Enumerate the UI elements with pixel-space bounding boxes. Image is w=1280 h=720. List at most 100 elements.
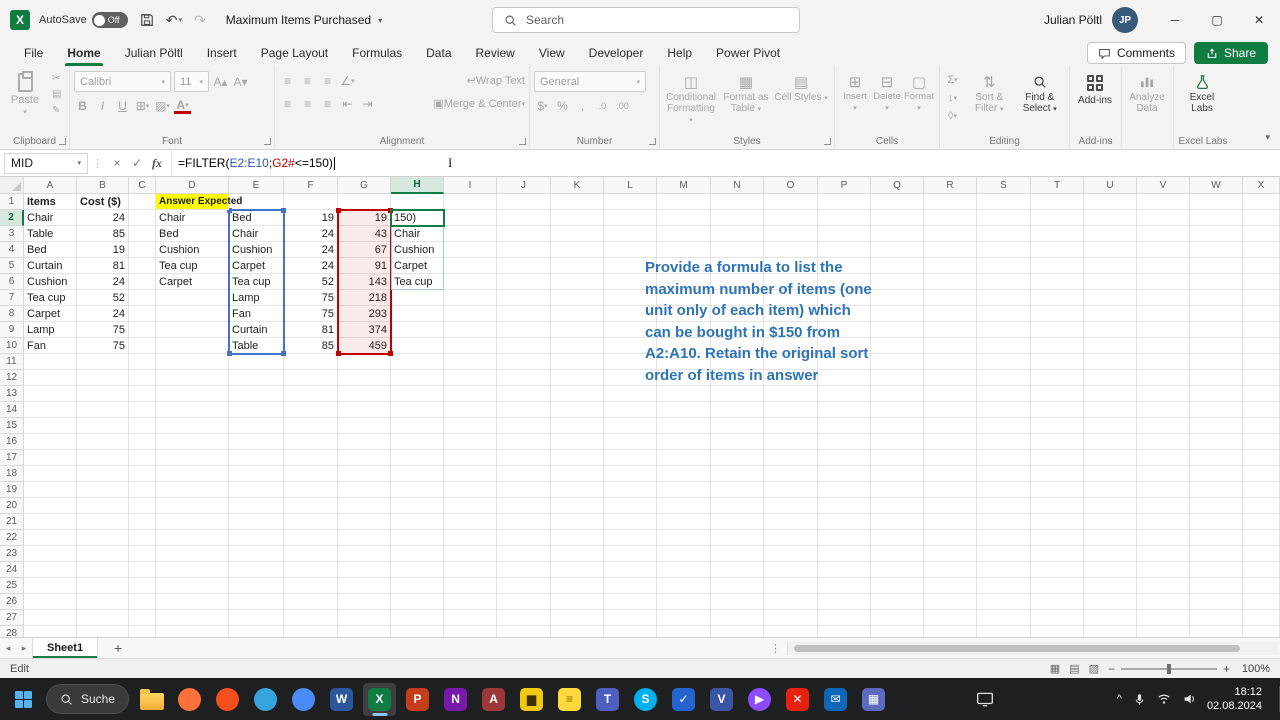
column-header-J[interactable]: J [497, 177, 551, 194]
column-header-S[interactable]: S [977, 177, 1031, 194]
cell-A9[interactable]: Lamp [24, 322, 77, 338]
cell-H25[interactable] [391, 578, 444, 594]
cell-K18[interactable] [551, 466, 604, 482]
zoom-level[interactable]: 100% [1236, 663, 1270, 675]
row-header-5[interactable]: 5 [0, 258, 24, 274]
italic-button[interactable]: I [94, 96, 111, 115]
cell-C6[interactable] [129, 274, 156, 290]
decrease-font-size-button[interactable]: A▾ [232, 72, 249, 91]
cell-D1[interactable]: Answer Expected [156, 194, 242, 210]
font-size-select[interactable]: 11 ▾ [174, 71, 209, 92]
autosave-switch-icon[interactable]: Off [91, 12, 128, 28]
cell-H2[interactable]: 150) [391, 210, 444, 226]
cell-I10[interactable] [444, 338, 497, 354]
cell-U9[interactable] [1084, 322, 1137, 338]
select-all-corner[interactable] [0, 177, 24, 194]
cell-I19[interactable] [444, 482, 497, 498]
cell-C19[interactable] [129, 482, 156, 498]
cell-I4[interactable] [444, 242, 497, 258]
cell-N23[interactable] [711, 546, 764, 562]
cell-U21[interactable] [1084, 514, 1137, 530]
cell-X25[interactable] [1243, 578, 1280, 594]
cell-E26[interactable] [229, 594, 284, 610]
cell-F26[interactable] [284, 594, 338, 610]
cell-B27[interactable] [77, 610, 129, 626]
cell-N15[interactable] [711, 418, 764, 434]
cell-N16[interactable] [711, 434, 764, 450]
cell-J21[interactable] [497, 514, 551, 530]
cell-M24[interactable] [657, 562, 711, 578]
cell-E12[interactable] [229, 370, 284, 386]
cell-J5[interactable] [497, 258, 551, 274]
cell-J15[interactable] [497, 418, 551, 434]
cell-A22[interactable] [24, 530, 77, 546]
dialog-launcher-icon[interactable] [519, 138, 526, 145]
cell-D4[interactable]: Cushion [156, 242, 229, 258]
cell-S19[interactable] [977, 482, 1031, 498]
cell-K22[interactable] [551, 530, 604, 546]
cell-F7[interactable]: 75 [284, 290, 338, 306]
skype-icon[interactable]: S [629, 683, 662, 716]
cell-B1[interactable]: Cost ($) [77, 194, 129, 210]
cell-M4[interactable] [657, 242, 711, 258]
cell-V27[interactable] [1137, 610, 1190, 626]
cell-F22[interactable] [284, 530, 338, 546]
cell-G11[interactable] [338, 354, 391, 370]
undo-button[interactable]: ↶ ▾ [166, 12, 182, 29]
cell-C26[interactable] [129, 594, 156, 610]
cell-B13[interactable] [77, 386, 129, 402]
cell-N8[interactable] [711, 306, 764, 322]
cell-K20[interactable] [551, 498, 604, 514]
cell-E17[interactable] [229, 450, 284, 466]
cell-F18[interactable] [284, 466, 338, 482]
cell-J4[interactable] [497, 242, 551, 258]
cell-K2[interactable] [551, 210, 604, 226]
cell-G21[interactable] [338, 514, 391, 530]
cell-S21[interactable] [977, 514, 1031, 530]
cell-R7[interactable] [924, 290, 977, 306]
cell-P24[interactable] [818, 562, 871, 578]
ribbon-tab-insert[interactable]: Insert [195, 40, 249, 66]
cell-T4[interactable] [1031, 242, 1084, 258]
cell-N24[interactable] [711, 562, 764, 578]
row-header-12[interactable]: 12 [0, 370, 24, 386]
cell-D22[interactable] [156, 530, 229, 546]
sheet-tab-sheet1[interactable]: Sheet1 [32, 638, 99, 658]
cell-J25[interactable] [497, 578, 551, 594]
cell-W28[interactable] [1190, 626, 1243, 637]
cell-E16[interactable] [229, 434, 284, 450]
cell-Q8[interactable] [871, 306, 924, 322]
cell-B3[interactable]: 85 [77, 226, 129, 242]
cell-G20[interactable] [338, 498, 391, 514]
borders-button[interactable]: ⊞ ▾ [134, 96, 151, 115]
cell-V10[interactable] [1137, 338, 1190, 354]
cell-M19[interactable] [657, 482, 711, 498]
cell-C25[interactable] [129, 578, 156, 594]
cell-B19[interactable] [77, 482, 129, 498]
cell-U22[interactable] [1084, 530, 1137, 546]
cell-C5[interactable] [129, 258, 156, 274]
start-button[interactable] [6, 682, 40, 716]
cell-C4[interactable] [129, 242, 156, 258]
cell-X15[interactable] [1243, 418, 1280, 434]
taskbar-search[interactable]: Suche [46, 684, 130, 714]
cell-G9[interactable]: 374 [338, 322, 391, 338]
cell-A24[interactable] [24, 562, 77, 578]
cell-M22[interactable] [657, 530, 711, 546]
cell-R5[interactable] [924, 258, 977, 274]
share-button[interactable]: Share [1193, 42, 1268, 64]
cell-E19[interactable] [229, 482, 284, 498]
microphone-icon[interactable] [1133, 693, 1146, 706]
cell-P15[interactable] [818, 418, 871, 434]
cell-P7[interactable] [818, 290, 871, 306]
cell-S24[interactable] [977, 562, 1031, 578]
cell-T16[interactable] [1031, 434, 1084, 450]
cell-S11[interactable] [977, 354, 1031, 370]
cell-R14[interactable] [924, 402, 977, 418]
cell-V17[interactable] [1137, 450, 1190, 466]
cell-S25[interactable] [977, 578, 1031, 594]
cell-V25[interactable] [1137, 578, 1190, 594]
cell-M28[interactable] [657, 626, 711, 637]
cell-S20[interactable] [977, 498, 1031, 514]
cell-I12[interactable] [444, 370, 497, 386]
